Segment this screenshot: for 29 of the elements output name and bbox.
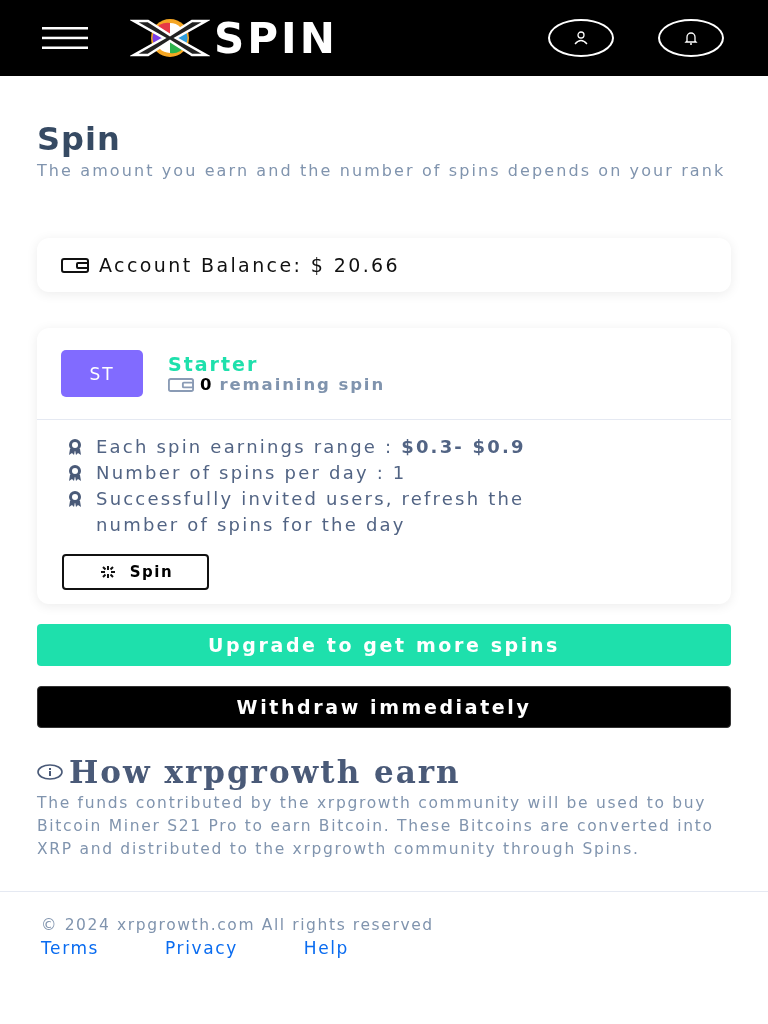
remaining-count: 0	[200, 375, 214, 394]
info-text: The funds contributed by the xrpgrowth community will be used to buy Bitcoin Miner S21 Pro to earn Bitcoin. These Bitcoins are converted into XRP and distributed to the xrpgrowth community through Spins.	[37, 793, 715, 860]
remaining-label: remaining spin	[219, 375, 386, 394]
logo-text: SPIN	[214, 13, 338, 63]
medal-icon	[66, 438, 84, 456]
user-icon	[573, 30, 589, 46]
wallet-icon	[168, 377, 194, 392]
medal-icon	[66, 490, 84, 508]
feature-text: Each spin earnings range : $0.3- $0.9	[96, 435, 526, 459]
bell-icon	[683, 30, 699, 46]
footer-link[interactable]: Privacy	[165, 938, 238, 958]
rank-name: Starter	[168, 353, 260, 375]
logo-icon	[130, 18, 210, 58]
feature-text: Successfully invited users, refresh the number of spins for the day	[96, 487, 526, 537]
wallet-icon	[61, 257, 89, 273]
info-icon	[37, 764, 63, 780]
medal-icon	[66, 464, 84, 482]
page-title: Spin	[37, 120, 122, 158]
info-title: How xrpgrowth earn	[69, 754, 461, 790]
withdraw-button[interactable]: Withdraw immediately	[37, 686, 731, 728]
footer-link[interactable]: Terms	[41, 938, 100, 958]
menu-icon[interactable]	[42, 27, 88, 49]
copyright-text: © 2024 xrpgrowth.com All rights reserved	[41, 916, 435, 934]
balance-text: Account Balance: $ 20.66	[99, 254, 401, 276]
rank-badge: ST	[61, 350, 143, 397]
spin-button[interactable]: Spin	[62, 554, 209, 590]
page-subtitle: The amount you earn and the number of spins depends on your rank	[37, 160, 727, 182]
footer-link[interactable]: Help	[303, 938, 349, 958]
feature-text: Number of spins per day : 1	[96, 461, 407, 485]
